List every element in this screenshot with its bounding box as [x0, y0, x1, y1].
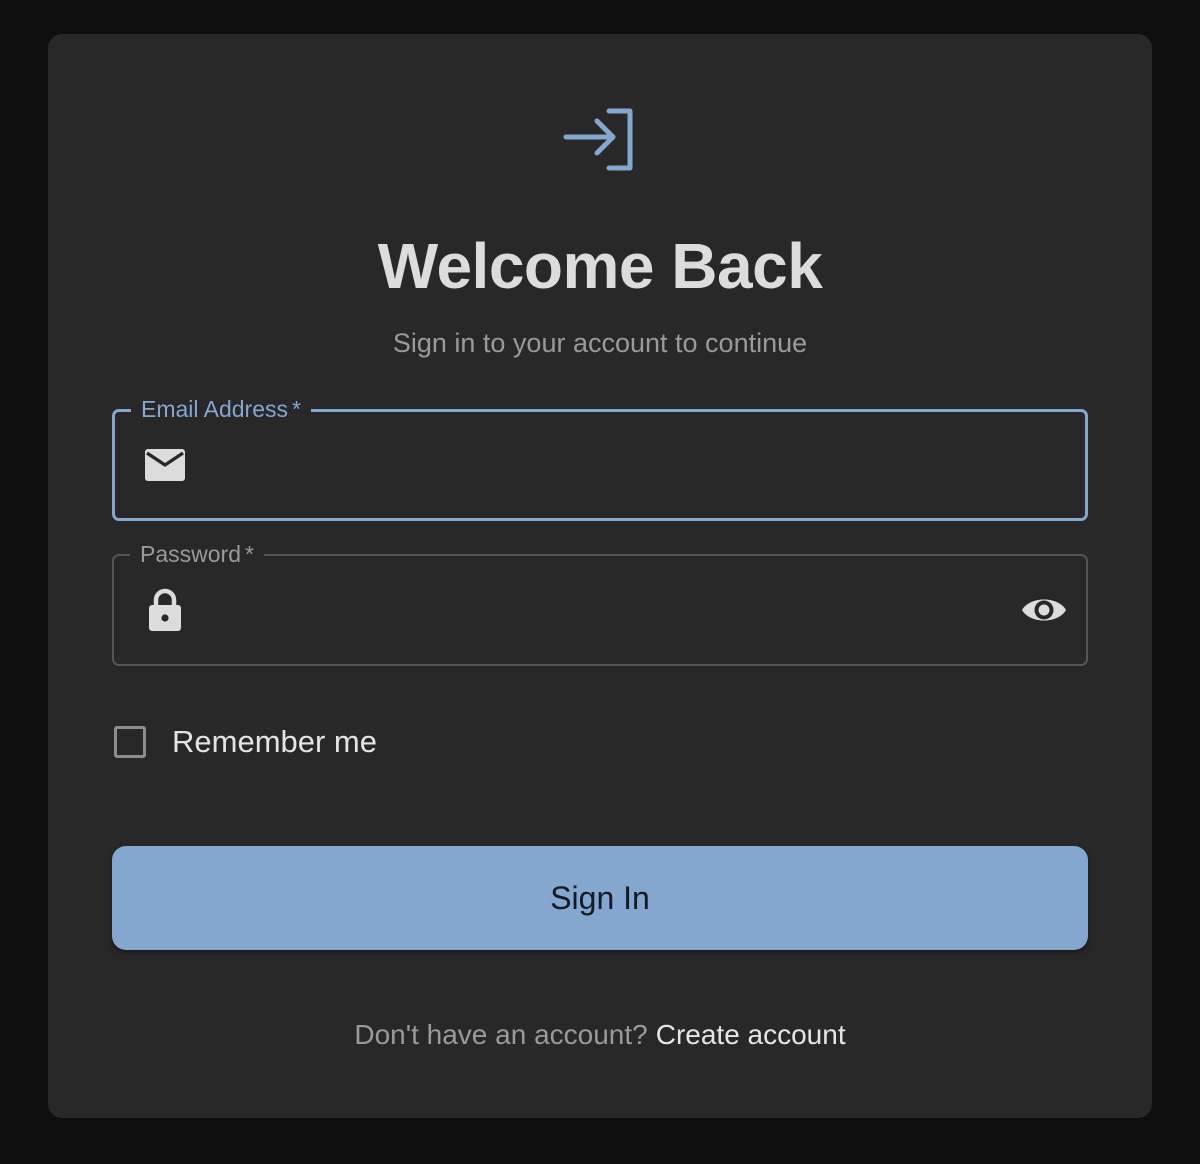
password-field[interactable]: Password *: [112, 539, 1088, 666]
email-required-mark: *: [292, 396, 301, 422]
page-subtitle: Sign in to your account to continue: [392, 328, 808, 358]
login-card: Welcome Back Sign in to your account to …: [48, 34, 1152, 1118]
email-input[interactable]: [211, 432, 989, 504]
remember-me-label: Remember me: [172, 724, 377, 759]
password-required-mark: *: [244, 541, 254, 567]
password-label-text: Password: [140, 541, 241, 567]
lock-icon: [149, 588, 181, 631]
signup-prompt: Don't have an account? Create account: [48, 1017, 1152, 1053]
login-icon: [563, 108, 633, 171]
password-input[interactable]: [210, 576, 990, 648]
eye-icon[interactable]: [1020, 592, 1068, 628]
password-field-label: Password *: [130, 539, 264, 569]
email-field[interactable]: Email Address *: [112, 394, 1088, 521]
page-title: Welcome Back: [377, 230, 823, 302]
create-account-link[interactable]: Create account: [656, 1019, 846, 1050]
email-field-label: Email Address *: [131, 394, 311, 424]
remember-me-option[interactable]: Remember me: [112, 720, 377, 764]
signup-prompt-text: Don't have an account?: [354, 1019, 648, 1050]
email-label-text: Email Address: [141, 396, 289, 422]
mail-icon: [145, 449, 185, 481]
remember-me-checkbox[interactable]: [114, 726, 146, 758]
sign-in-button[interactable]: Sign In: [112, 846, 1088, 950]
